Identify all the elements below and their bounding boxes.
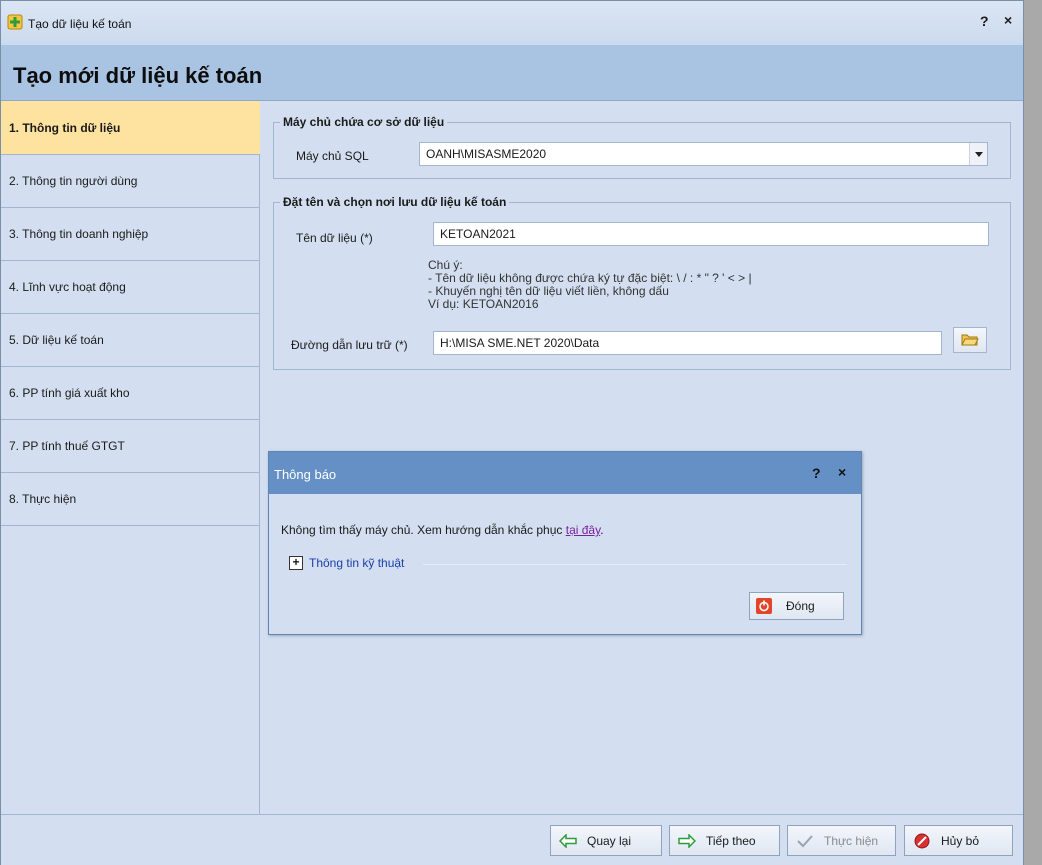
page-title: Tạo mới dữ liệu kế toán [13, 63, 263, 88]
power-icon [756, 598, 772, 614]
sql-server-select[interactable]: OANH\MISASME2020 [419, 142, 988, 166]
divider [423, 564, 847, 565]
step-vat-method[interactable]: 7. PP tính thuế GTGT [1, 419, 260, 473]
step-label: 4. Lĩnh vực hoạt động [9, 279, 126, 294]
dialog-title: Thông báo [274, 467, 337, 482]
cancel-label: Hủy bỏ [941, 833, 980, 848]
dialog-title-bar: Thông báo ? × [269, 452, 861, 494]
notification-dialog: Thông báo ? × Không tìm thấy máy chủ. Xe… [268, 451, 862, 635]
dialog-close-action-button[interactable]: Đóng [749, 592, 844, 620]
technical-info-label[interactable]: Thông tin kỹ thuật [309, 556, 404, 570]
footer-bar: Quay lại Tiếp theo Thực hiện Hủy bỏ [1, 814, 1023, 865]
storage-path-value: H:\MISA SME.NET 2020\Data [440, 336, 600, 350]
step-label: 6. PP tính giá xuất kho [9, 385, 130, 400]
checkmark-icon [796, 832, 814, 850]
dialog-close-button[interactable]: × [838, 464, 846, 480]
step-label: 7. PP tính thuế GTGT [9, 438, 125, 453]
data-name-label: Tên dữ liệu (*) [296, 231, 373, 245]
back-label: Quay lại [587, 833, 632, 848]
step-user-info[interactable]: 2. Thông tin người dùng [1, 154, 260, 208]
chevron-down-icon[interactable] [969, 143, 987, 165]
dialog-message-end: . [600, 523, 604, 537]
step-data-info[interactable]: 1. Thông tin dữ liệu [1, 101, 260, 155]
step-inventory-method[interactable]: 6. PP tính giá xuất kho [1, 366, 260, 420]
data-name-input[interactable]: KETOAN2021 [433, 222, 989, 246]
name-location-legend: Đặt tên và chọn nơi lưu dữ liệu kế toán [283, 195, 507, 209]
arrow-left-icon [559, 832, 577, 850]
note-line: Ví dụ: KETOAN2016 [428, 297, 539, 311]
step-accounting-data[interactable]: 5. Dữ liệu kế toán [1, 313, 260, 367]
dialog-close-label: Đóng [786, 599, 815, 613]
cancel-icon [913, 832, 931, 850]
arrow-right-icon [678, 832, 696, 850]
window-title: Tạo dữ liệu kế toán [28, 17, 132, 31]
storage-path-label: Đường dẫn lưu trữ (*) [291, 338, 408, 352]
browse-folder-button[interactable] [953, 327, 987, 353]
dialog-help-button[interactable]: ? [812, 465, 821, 481]
technical-info-expander[interactable]: + Thông tin kỹ thuật [289, 556, 404, 570]
step-label: 2. Thông tin người dùng [9, 173, 138, 188]
help-button[interactable]: ? [980, 13, 989, 29]
next-button[interactable]: Tiếp theo [669, 825, 780, 856]
step-label: 5. Dữ liệu kế toán [9, 332, 104, 347]
main-window: Tạo dữ liệu kế toán ? × Tạo mới dữ liệu … [0, 0, 1024, 865]
naming-note: Chú ý: - Tên dữ liệu không được chứa ký … [428, 259, 752, 311]
cancel-button[interactable]: Hủy bỏ [904, 825, 1013, 856]
step-label: 8. Thực hiện [9, 491, 77, 506]
dialog-message: Không tìm thấy máy chủ. Xem hướng dẫn kh… [281, 523, 604, 537]
close-button[interactable]: × [1004, 12, 1012, 28]
step-business-field[interactable]: 4. Lĩnh vực hoạt động [1, 260, 260, 314]
server-group-legend: Máy chủ chứa cơ sở dữ liệu [283, 115, 445, 129]
add-database-icon [7, 14, 23, 30]
step-company-info[interactable]: 3. Thông tin doanh nghiệp [1, 207, 260, 261]
step-label: 3. Thông tin doanh nghiệp [9, 226, 149, 241]
sql-server-value: OANH\MISASME2020 [426, 147, 547, 161]
back-button[interactable]: Quay lại [550, 825, 662, 856]
steps-sidebar: 1. Thông tin dữ liệu 2. Thông tin người … [1, 101, 260, 814]
title-bar: Tạo dữ liệu kế toán ? × [1, 1, 1023, 45]
execute-label: Thực hiện [824, 833, 879, 848]
sql-server-label: Máy chủ SQL [296, 149, 369, 163]
next-label: Tiếp theo [706, 833, 756, 848]
help-link[interactable]: tại đây [566, 523, 600, 537]
execute-button[interactable]: Thực hiện [787, 825, 896, 856]
dialog-message-text: Không tìm thấy máy chủ. Xem hướng dẫn kh… [281, 523, 566, 537]
expand-plus-icon[interactable]: + [289, 556, 303, 570]
step-execute[interactable]: 8. Thực hiện [1, 472, 260, 526]
page-header: Tạo mới dữ liệu kế toán [1, 45, 1023, 101]
step-label: 1. Thông tin dữ liệu [9, 120, 121, 135]
storage-path-input[interactable]: H:\MISA SME.NET 2020\Data [433, 331, 942, 355]
folder-icon [961, 334, 979, 346]
data-name-value: KETOAN2021 [440, 227, 516, 241]
